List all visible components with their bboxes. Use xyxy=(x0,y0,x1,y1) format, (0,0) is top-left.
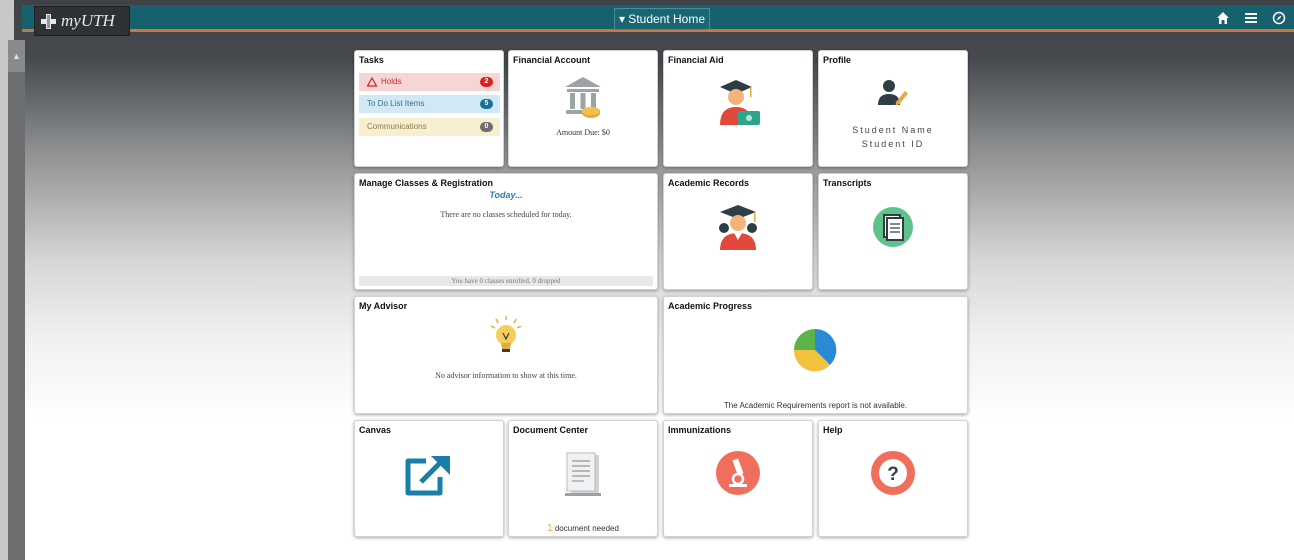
document-center-tile[interactable]: Document Center 1 document needed xyxy=(508,420,658,537)
menu-icon[interactable] xyxy=(1244,11,1258,25)
bank-icon xyxy=(565,77,601,118)
task-communications[interactable]: Communications 0 xyxy=(359,118,500,136)
user-edit-icon xyxy=(878,80,908,106)
transcripts-tile[interactable]: Transcripts xyxy=(818,173,968,290)
manage-classes-tile[interactable]: Manage Classes & Registration Today... T… xyxy=(354,173,658,290)
tile-title: Immunizations xyxy=(668,425,732,435)
tile-title: Document Center xyxy=(513,425,589,435)
task-label: Communications xyxy=(367,122,427,131)
myuth-logo[interactable]: myUTH xyxy=(34,6,130,36)
tile-title: Academic Records xyxy=(668,178,750,188)
financial-account-tile[interactable]: Financial Account Amount Due: $0 xyxy=(508,50,658,167)
lightbulb-icon xyxy=(490,316,522,352)
graduate-money-icon xyxy=(720,80,760,125)
pie-chart-icon xyxy=(793,328,837,372)
task-label: Holds xyxy=(381,77,402,86)
tile-title: Profile xyxy=(823,55,852,65)
no-advisor-message: No advisor information to show at this t… xyxy=(435,371,577,380)
document-needed-label: document needed xyxy=(554,524,619,533)
tile-title: My Advisor xyxy=(359,301,408,311)
profile-tile[interactable]: Profile Student Name Student ID xyxy=(818,50,968,167)
immunizations-tile[interactable]: Immunizations xyxy=(663,420,813,537)
no-classes-message: There are no classes scheduled for today… xyxy=(440,210,572,219)
graduate-icon xyxy=(719,205,757,250)
task-label: To Do List Items xyxy=(367,99,425,108)
count-badge: 2 xyxy=(480,77,493,87)
tile-title: Tasks xyxy=(359,55,384,65)
svg-text:?: ? xyxy=(887,464,899,485)
document-stack-icon xyxy=(565,452,601,496)
student-name: Student Name xyxy=(852,125,934,135)
help-tile[interactable]: Help ? xyxy=(818,420,968,537)
my-advisor-tile[interactable]: My Advisor No advisor information to sho… xyxy=(354,296,658,414)
enrollment-summary: You have 0 classes enrolled, 0 dropped xyxy=(451,277,561,285)
header-actions xyxy=(1216,8,1286,28)
microscope-icon xyxy=(716,451,760,495)
documents-needed: 1 document needed xyxy=(509,523,657,534)
student-id: Student ID xyxy=(861,139,925,149)
tasks-tile[interactable]: Tasks Holds 2 To Do List Items 5 Communi… xyxy=(354,50,504,167)
medical-cross-icon xyxy=(41,14,56,29)
document-count: 1 xyxy=(547,523,553,534)
financial-aid-tile[interactable]: Financial Aid xyxy=(663,50,813,167)
tile-title: Canvas xyxy=(359,425,392,435)
academic-records-tile[interactable]: Academic Records xyxy=(663,173,813,290)
count-badge: 5 xyxy=(480,99,493,109)
tile-title: Manage Classes & Registration xyxy=(359,178,494,188)
tile-title: Financial Account xyxy=(513,55,591,65)
side-scrollbar[interactable] xyxy=(8,40,25,560)
tile-title: Transcripts xyxy=(823,178,872,188)
scroll-up-button[interactable]: ▲ xyxy=(8,40,25,72)
home-icon[interactable] xyxy=(1216,11,1230,25)
task-todo[interactable]: To Do List Items 5 xyxy=(359,95,500,113)
help-question-icon: ? xyxy=(871,451,915,495)
tile-title: Help xyxy=(823,425,843,435)
compass-icon[interactable] xyxy=(1272,11,1286,25)
transcript-document-icon xyxy=(873,207,913,247)
academic-progress-tile[interactable]: Academic Progress The Academic Requireme… xyxy=(663,296,968,414)
top-navbar: myUTH ▾ Student Home xyxy=(22,5,1294,36)
external-link-icon xyxy=(405,456,450,496)
canvas-tile[interactable]: Canvas xyxy=(354,420,504,537)
tile-title: Financial Aid xyxy=(668,55,724,65)
student-home-dropdown[interactable]: ▾ Student Home xyxy=(614,8,710,30)
report-unavailable-message: The Academic Requirements report is not … xyxy=(723,401,908,410)
tile-title: Academic Progress xyxy=(668,301,753,311)
amount-due: Amount Due: $0 xyxy=(556,128,610,137)
task-holds[interactable]: Holds 2 xyxy=(359,73,500,91)
enrollment-footer: You have 0 classes enrolled, 0 dropped xyxy=(359,276,653,286)
today-label: Today... xyxy=(489,190,523,200)
count-badge: 0 xyxy=(480,122,493,132)
logo-text: myUTH xyxy=(61,11,115,30)
warning-icon xyxy=(367,77,377,87)
